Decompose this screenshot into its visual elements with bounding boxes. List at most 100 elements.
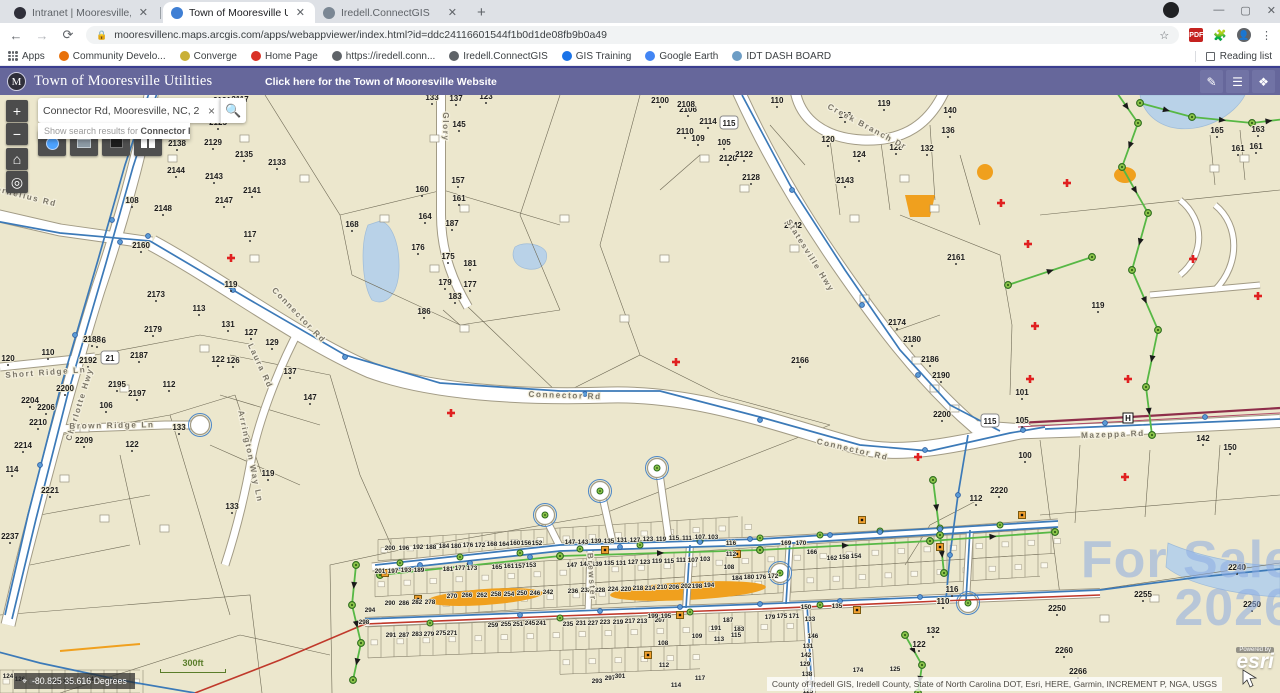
parcel-label: 150 xyxy=(1223,443,1237,452)
bookmark-item[interactable]: GIS Training xyxy=(562,51,632,62)
parcel-label: 2114 xyxy=(699,117,717,126)
parcel-label: 132 xyxy=(926,626,940,635)
lot-label: 127 xyxy=(628,559,639,566)
lot-label: 245 xyxy=(525,620,536,627)
extensions-icon[interactable]: 🧩 xyxy=(1213,29,1227,42)
bookmark-star-icon[interactable]: ☆ xyxy=(1159,29,1169,42)
lot-label: 168 xyxy=(487,541,498,548)
road-label: Brown Ridge Ln xyxy=(69,420,154,430)
building-footprint xyxy=(740,185,749,192)
lot-label: 201 xyxy=(375,568,386,575)
parcel-label: 2220 xyxy=(990,486,1008,495)
town-website-link[interactable]: Click here for the Town of Mooresville W… xyxy=(265,76,497,88)
browser-window: Intranet | Mooresville, NC - Offic ✕ Tow… xyxy=(0,0,1280,693)
zoom-in-button[interactable]: + xyxy=(6,100,28,122)
minimize-button[interactable]: — xyxy=(1213,4,1224,16)
lot-label: 196 xyxy=(399,545,410,552)
clear-search-icon[interactable]: × xyxy=(208,104,215,118)
parcel-label: 133 xyxy=(225,502,239,511)
lot-label: 174 xyxy=(853,667,864,674)
esri-logo[interactable]: Powered by esri xyxy=(1236,647,1274,672)
valve-icon xyxy=(1103,421,1108,426)
lot-label: 214 xyxy=(645,585,656,592)
lot-label: 195 xyxy=(661,613,672,620)
zoom-out-button[interactable]: − xyxy=(6,123,28,145)
building-footprint xyxy=(700,155,709,162)
measure-pencil-icon[interactable]: ✎ xyxy=(1200,70,1223,93)
parcel-label: 127 xyxy=(244,328,258,337)
tab-close-icon[interactable]: ✕ xyxy=(137,6,150,19)
browser-tab[interactable]: Iredell.ConnectGIS ✕ xyxy=(315,2,467,23)
back-icon[interactable]: ← xyxy=(8,28,24,43)
valve-icon xyxy=(748,537,753,542)
lot-label: 271 xyxy=(447,630,458,637)
bookmark-item[interactable]: Community Develo... xyxy=(59,51,166,62)
lot-label: 166 xyxy=(807,549,818,556)
bookmark-item[interactable]: IDT DASH BOARD xyxy=(732,51,831,62)
parcel-label: 177 xyxy=(463,280,477,289)
home-button[interactable]: ⌂ xyxy=(6,148,28,170)
reading-list-button[interactable]: Reading list xyxy=(1195,51,1272,62)
lot-label: 142 xyxy=(801,652,812,659)
bookmark-item[interactable]: Apps xyxy=(8,51,45,62)
parcel-label: 2206 xyxy=(37,403,55,412)
parcel-label: 132 xyxy=(920,144,934,153)
valve-icon xyxy=(918,595,923,600)
lot-label: 123 xyxy=(643,536,654,543)
profile-avatar-icon[interactable]: 👤 xyxy=(1237,28,1251,42)
lot-label: 124 xyxy=(3,673,14,680)
adobe-pdf-extension-icon[interactable]: PDF xyxy=(1189,28,1203,42)
parcel-label: 120 xyxy=(1,354,15,363)
building-footprint xyxy=(60,475,69,482)
legend-list-icon[interactable]: ☰ xyxy=(1226,70,1249,93)
lot-label: 193 xyxy=(401,567,412,574)
search-box[interactable]: × xyxy=(38,98,220,123)
browser-tab[interactable]: Intranet | Mooresville, NC - Offic ✕ xyxy=(6,2,158,23)
maximize-button[interactable]: ▢ xyxy=(1240,4,1250,17)
valve-icon xyxy=(828,533,833,538)
locate-button[interactable]: ◎ xyxy=(6,171,28,193)
parcel-label: 2200 xyxy=(933,410,951,419)
close-button[interactable]: ✕ xyxy=(1267,4,1276,17)
search-button[interactable]: 🔍 xyxy=(220,98,246,123)
valve-icon xyxy=(860,303,865,308)
layers-icon[interactable]: ❖ xyxy=(1252,70,1275,93)
bookmark-item[interactable]: Iredell.ConnectGIS xyxy=(449,51,548,62)
parcel-label: 100 xyxy=(1018,451,1032,460)
tab-favicon xyxy=(171,7,183,19)
lot-label: 200 xyxy=(385,545,396,552)
lot-label: 262 xyxy=(477,592,488,599)
bookmark-item[interactable]: https://iredell.conn... xyxy=(332,51,436,62)
lot-label: 119 xyxy=(656,536,667,543)
lot-label: 210 xyxy=(657,584,668,591)
lot-label: 278 xyxy=(425,599,436,606)
lot-label: 135 xyxy=(832,603,843,610)
reload-icon[interactable]: ⟳ xyxy=(60,27,76,43)
lot-label: 198 xyxy=(692,583,703,590)
parcel-label: 108 xyxy=(125,196,139,205)
lot-label: 169 xyxy=(781,540,792,547)
parcel-label: 2266 xyxy=(1069,667,1087,676)
new-tab-button[interactable]: + xyxy=(467,4,496,23)
search-suggestion[interactable]: Show search results for Connector R... xyxy=(38,123,190,139)
building-footprint xyxy=(240,135,249,142)
tab-close-icon[interactable]: ✕ xyxy=(446,6,459,19)
tab-close-icon[interactable]: ✕ xyxy=(294,6,307,19)
lot-label: 194 xyxy=(704,582,715,589)
menu-kebab-icon[interactable]: ⋮ xyxy=(1261,29,1272,42)
bookmark-item[interactable]: Home Page xyxy=(251,51,318,62)
browser-tab[interactable]: Town of Mooresville Utilities ✕ xyxy=(163,2,315,23)
bookmark-favicon xyxy=(562,51,572,61)
map-viewport[interactable]: H212121172125212921352133214121472144214… xyxy=(0,95,1280,693)
forward-icon[interactable]: → xyxy=(34,28,50,43)
lot-label: 103 xyxy=(700,556,711,563)
lot-label: 258 xyxy=(491,591,502,598)
bookmark-item[interactable]: Converge xyxy=(180,51,237,62)
gis-map-canvas[interactable]: H212121172125212921352133214121472144214… xyxy=(0,95,1280,693)
search-input[interactable] xyxy=(43,105,204,117)
bookmark-item[interactable]: Google Earth xyxy=(645,51,718,62)
parcel-label: 161 xyxy=(1249,142,1263,151)
url-input[interactable]: 🔒 mooresvillenc.maps.arcgis.com/apps/web… xyxy=(86,26,1179,44)
browser-profile-icon[interactable] xyxy=(1163,2,1179,18)
lot-label: 135 xyxy=(604,538,615,545)
